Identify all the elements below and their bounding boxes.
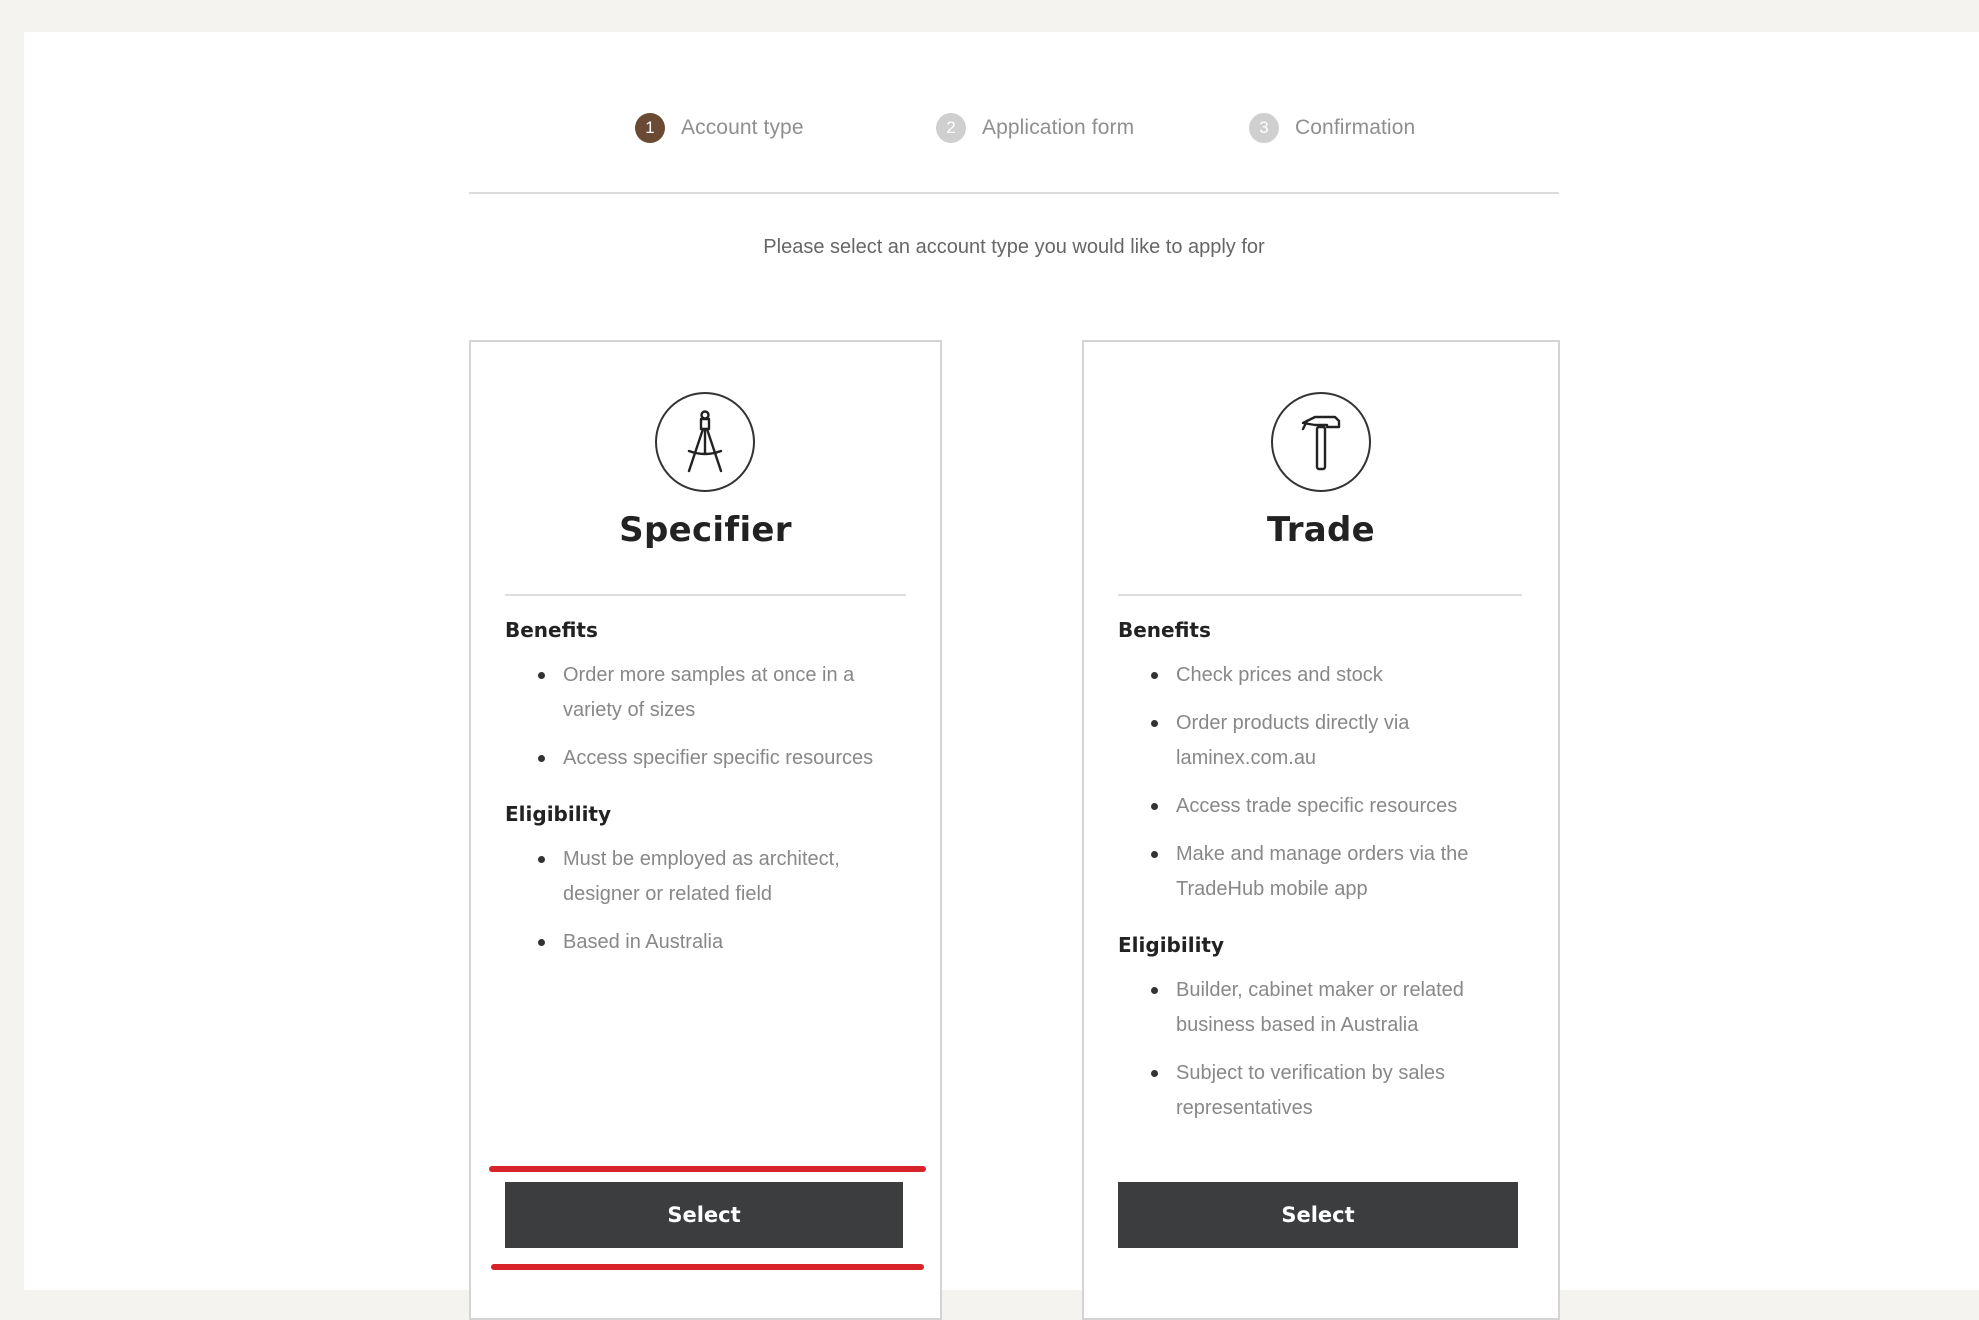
specifier-divider xyxy=(505,594,906,596)
step-number-1: 1 xyxy=(635,113,665,143)
step-label-2: Application form xyxy=(982,116,1135,139)
progress-stepper: 1 Account type 2 Application form 3 Conf… xyxy=(609,96,1439,160)
list-item: Builder, cabinet maker or related busine… xyxy=(1118,973,1528,1043)
hammer-icon xyxy=(1271,392,1371,492)
list-item: Order products directly via laminex.com.… xyxy=(1118,706,1528,776)
highlight-line-top xyxy=(489,1166,926,1172)
trade-eligibility-title: Eligibility xyxy=(1118,933,1225,957)
specifier-title: Specifier xyxy=(619,510,792,550)
step-label-3: Confirmation xyxy=(1295,116,1416,139)
trade-benefits-title: Benefits xyxy=(1118,618,1211,642)
list-item: Access trade specific resources xyxy=(1118,789,1528,824)
trade-benefits-list: Check prices and stock Order products di… xyxy=(1118,658,1528,907)
trade-divider xyxy=(1118,594,1522,596)
step-number-3: 3 xyxy=(1249,113,1279,143)
specifier-benefits-list: Order more samples at once in a variety … xyxy=(505,658,910,776)
step-confirmation: 3 Confirmation xyxy=(1249,96,1415,160)
specifier-eligibility-title: Eligibility xyxy=(505,802,612,826)
list-item: Order more samples at once in a variety … xyxy=(505,658,910,728)
specifier-body: Benefits Order more samples at once in a… xyxy=(505,618,910,986)
trade-body: Benefits Check prices and stock Order pr… xyxy=(1118,618,1528,1152)
list-item: Based in Australia xyxy=(505,925,910,960)
list-item: Make and manage orders via the TradeHub … xyxy=(1118,837,1528,907)
select-trade-button[interactable]: Select xyxy=(1118,1182,1518,1248)
list-item: Subject to verification by sales represe… xyxy=(1118,1056,1528,1126)
select-specifier-button[interactable]: Select xyxy=(505,1182,903,1248)
step-number-2: 2 xyxy=(936,113,966,143)
specifier-card: Specifier Benefits Order more samples at… xyxy=(469,340,942,1320)
list-item: Check prices and stock xyxy=(1118,658,1528,693)
step-account-type: 1 Account type xyxy=(635,96,804,160)
instruction-text: Please select an account type you would … xyxy=(763,236,1265,258)
list-item: Access specifier specific resources xyxy=(505,741,910,776)
stepper-divider xyxy=(469,192,1559,194)
step-label-1: Account type xyxy=(681,116,804,139)
list-item: Must be employed as architect, designer … xyxy=(505,842,910,912)
trade-title: Trade xyxy=(1266,510,1376,550)
drafting-compass-icon xyxy=(655,392,755,492)
specifier-benefits-title: Benefits xyxy=(505,618,598,642)
page: 1 Account type 2 Application form 3 Conf… xyxy=(24,32,1979,1320)
trade-eligibility-list: Builder, cabinet maker or related busine… xyxy=(1118,973,1528,1126)
trade-card: Trade Benefits Check prices and stock Or… xyxy=(1082,340,1560,1320)
step-application-form: 2 Application form xyxy=(936,96,1134,160)
highlight-line-bottom xyxy=(491,1264,924,1270)
specifier-eligibility-list: Must be employed as architect, designer … xyxy=(505,842,910,960)
